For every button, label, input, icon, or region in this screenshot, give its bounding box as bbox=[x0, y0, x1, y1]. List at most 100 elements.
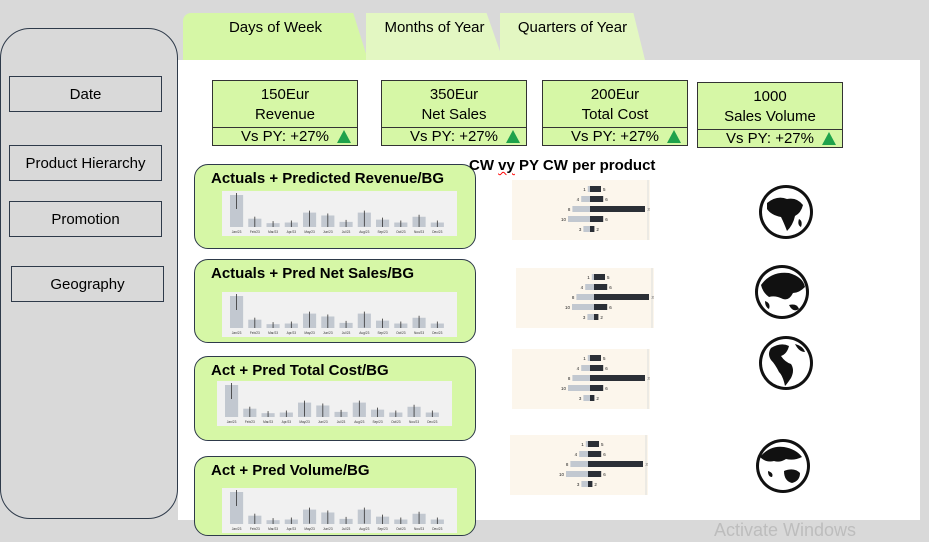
kpi-vs-py-text: Vs PY: +27% bbox=[726, 130, 814, 147]
volume-mini-chart: Jan/23 Feb/23 Mar/23 Apr/23 May/23 Jun/23 Jul/… bbox=[222, 488, 457, 533]
right-bar-3 bbox=[590, 216, 604, 222]
right-bar-4 bbox=[590, 226, 595, 232]
tab-quarters-of-year[interactable]: Quarters of Year bbox=[500, 13, 645, 60]
card-title: Actuals + Predicted Revenue/BG bbox=[211, 170, 444, 187]
right-bar-4 bbox=[588, 481, 593, 487]
promotion-filter-button[interactable]: Promotion bbox=[9, 201, 162, 237]
right-bar-1 bbox=[590, 196, 604, 202]
tab-label: Quarters of Year bbox=[517, 19, 628, 36]
x-tick-label-9: Oct/23 bbox=[391, 420, 401, 424]
left-bar-3 bbox=[566, 471, 588, 477]
x-tick-label-0: Jan/23 bbox=[227, 420, 237, 424]
x-tick-label-0: Jan/23 bbox=[232, 527, 242, 531]
left-bar-0 bbox=[585, 441, 588, 447]
x-tick-label-4: May/23 bbox=[304, 331, 315, 335]
button-label: Product Hierarchy bbox=[25, 154, 146, 172]
right-bar-1 bbox=[588, 451, 602, 457]
x-tick-label-11: Dec/23 bbox=[432, 527, 442, 531]
kpi-card-net-sales: 350Eur Net Sales Vs PY: +27% bbox=[381, 80, 527, 146]
left-value-2: 8 bbox=[568, 376, 571, 381]
net-sales-trend-card[interactable]: Actuals + Pred Net Sales/BG Jan/23 Feb/23… bbox=[194, 259, 476, 343]
date-filter-button[interactable]: Date bbox=[9, 76, 162, 112]
x-tick-label-1: Feb/23 bbox=[245, 420, 255, 424]
geography-filter-button[interactable]: Geography bbox=[11, 266, 164, 302]
left-bar-4 bbox=[581, 481, 588, 487]
x-tick-label-3: Apr/23 bbox=[287, 527, 297, 531]
left-bar-0 bbox=[587, 355, 590, 361]
card-title: Act + Pred Total Cost/BG bbox=[211, 362, 389, 379]
right-bar-4 bbox=[594, 314, 599, 320]
card-title: Actuals + Pred Net Sales/BG bbox=[211, 265, 414, 282]
volume-trend-card[interactable]: Act + Pred Volume/BG Jan/23 Feb/23 Mar/23 A… bbox=[194, 456, 476, 536]
revenue-mini-chart: Jan/23 Feb/23 Mar/23 Apr/23 May/23 Jun/23 Jul/… bbox=[222, 191, 457, 236]
kpi-label: Net Sales bbox=[421, 106, 487, 123]
x-tick-label-7: Aug/23 bbox=[354, 420, 364, 424]
x-tick-label-5: Jun/23 bbox=[318, 420, 328, 424]
x-tick-label-7: Aug/23 bbox=[359, 230, 369, 234]
cw-product-chart-revenue: 154682510632 bbox=[512, 180, 650, 240]
left-bar-1 bbox=[579, 451, 588, 457]
tab-days-of-week[interactable]: Days of Week bbox=[183, 13, 368, 60]
x-tick-label-1: Feb/23 bbox=[250, 331, 260, 335]
right-value-4: 2 bbox=[600, 315, 603, 320]
left-bar-4 bbox=[587, 314, 594, 320]
tab-months-of-year[interactable]: Months of Year bbox=[366, 13, 503, 60]
left-value-3: 10 bbox=[565, 305, 571, 310]
kpi-label: Sales Volume bbox=[724, 108, 816, 125]
right-bar-1 bbox=[590, 365, 604, 371]
product-hierarchy-filter-button[interactable]: Product Hierarchy bbox=[9, 145, 162, 181]
x-tick-label-2: Mar/23 bbox=[268, 527, 278, 531]
right-value-4: 2 bbox=[596, 227, 599, 232]
left-value-2: 8 bbox=[566, 462, 569, 467]
right-bar-0 bbox=[590, 355, 601, 361]
x-tick-label-4: May/23 bbox=[304, 230, 315, 234]
left-bar-4 bbox=[583, 226, 590, 232]
left-value-1: 4 bbox=[581, 285, 584, 290]
left-bar-2 bbox=[576, 294, 594, 300]
right-bar-4 bbox=[590, 395, 595, 401]
right-value-3: 6 bbox=[603, 472, 606, 477]
left-value-1: 4 bbox=[577, 366, 580, 371]
kpi-vs-py-text: Vs PY: +27% bbox=[410, 128, 498, 145]
x-tick-label-10: Nov/23 bbox=[414, 527, 424, 531]
left-bar-1 bbox=[585, 284, 594, 290]
cw-product-chart-volume: 154682510632 bbox=[510, 435, 648, 495]
globe-oceania-icon bbox=[754, 437, 812, 495]
globe-asia-icon bbox=[753, 263, 811, 321]
left-value-1: 4 bbox=[575, 452, 578, 457]
left-bar-4 bbox=[583, 395, 590, 401]
x-tick-label-10: Nov/23 bbox=[414, 230, 424, 234]
x-tick-label-5: Jun/23 bbox=[323, 527, 333, 531]
right-bar-0 bbox=[590, 186, 601, 192]
right-value-3: 6 bbox=[609, 305, 612, 310]
left-value-0: 1 bbox=[587, 275, 590, 280]
revenue-trend-card[interactable]: Actuals + Predicted Revenue/BG Jan/23 Feb… bbox=[194, 164, 476, 249]
x-tick-label-9: Oct/23 bbox=[396, 230, 406, 234]
left-value-1: 4 bbox=[577, 197, 580, 202]
kpi-label: Revenue bbox=[254, 106, 316, 123]
left-value-3: 10 bbox=[559, 472, 565, 477]
x-tick-label-3: Apr/23 bbox=[287, 230, 297, 234]
x-tick-label-11: Dec/23 bbox=[432, 331, 442, 335]
right-bar-2 bbox=[590, 375, 645, 381]
left-bar-1 bbox=[581, 196, 590, 202]
up-triangle-icon bbox=[336, 129, 352, 144]
x-tick-label-11: Dec/23 bbox=[427, 420, 437, 424]
left-value-0: 1 bbox=[583, 356, 586, 361]
left-value-2: 8 bbox=[568, 207, 571, 212]
left-bar-2 bbox=[572, 206, 590, 212]
kpi-vs-py: Vs PY: +27% bbox=[213, 127, 357, 145]
left-value-0: 1 bbox=[583, 187, 586, 192]
up-triangle-icon bbox=[666, 129, 682, 144]
x-tick-label-3: Apr/23 bbox=[287, 331, 297, 335]
x-tick-label-1: Feb/23 bbox=[250, 527, 260, 531]
right-value-0: 5 bbox=[601, 442, 604, 447]
left-value-2: 8 bbox=[572, 295, 575, 300]
kpi-card-sales-volume: 1000 Sales Volume Vs PY: +27% bbox=[697, 82, 843, 148]
kpi-label: Total Cost bbox=[581, 106, 649, 123]
button-label: Geography bbox=[50, 275, 125, 293]
kpi-vs-py: Vs PY: +27% bbox=[543, 127, 687, 145]
up-triangle-icon bbox=[505, 129, 521, 144]
total-cost-trend-card[interactable]: Act + Pred Total Cost/BG Jan/23 Feb/23 Mar… bbox=[194, 356, 476, 441]
right-value-1: 6 bbox=[609, 285, 612, 290]
